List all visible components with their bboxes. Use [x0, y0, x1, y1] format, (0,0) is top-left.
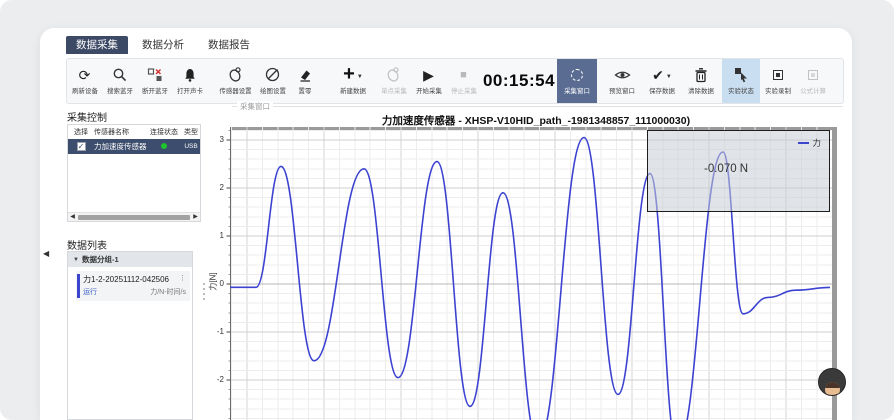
open-soundcard-button[interactable]: 打开声卡	[172, 59, 207, 103]
status-dot-connected	[161, 143, 167, 149]
stop-collect-button[interactable]: ■ 停止采集	[446, 59, 481, 103]
check-icon: ✔	[652, 67, 664, 83]
sensor-table-header: 选择 传感器名称 连接状态 类型	[68, 125, 200, 139]
save-data-button[interactable]: ✔ ▼ 保存数据	[641, 59, 683, 103]
item-accent-bar	[77, 274, 80, 298]
tab-data-analysis[interactable]: 数据分析	[132, 36, 194, 54]
eye-icon	[614, 66, 631, 83]
chart-legend: 力	[798, 137, 821, 149]
sensor-name: 力加速度传感器	[94, 141, 146, 152]
panel-splitter-handle[interactable]	[203, 283, 205, 300]
scroll-left-arrow-icon[interactable]: ◀	[68, 213, 77, 221]
compass-icon	[264, 66, 281, 83]
chart-title: 力加速度传感器 - XHSP-V10HID_path_-1981348857_1…	[230, 113, 842, 128]
sensor-type: USB	[182, 143, 200, 150]
toolbar: ⟳ 刷新设备 搜索蓝牙 断开蓝牙 打开声卡	[66, 58, 844, 104]
tab-data-collect[interactable]: 数据采集	[66, 36, 128, 54]
tab-data-report[interactable]: 数据报告	[198, 36, 260, 54]
cursor-square-icon	[733, 66, 749, 83]
data-list-title: 数据列表	[67, 237, 107, 252]
refresh-devices-button[interactable]: ⟳ 刷新设备	[67, 59, 102, 103]
eraser-icon	[297, 66, 313, 83]
plus-icon: +	[343, 67, 355, 82]
legend-line-icon	[798, 142, 809, 144]
refresh-icon: ⟳	[79, 67, 91, 83]
stop-icon: ■	[460, 67, 467, 83]
data-item-status: 运行	[83, 287, 97, 297]
bell-icon	[182, 66, 198, 83]
sensor-table: 选择 传感器名称 连接状态 类型 ✓ 力加速度传感器 USB ◀ ▶	[67, 124, 201, 222]
ytick-1: 1	[206, 231, 224, 241]
start-collect-button[interactable]: ▶ 开始采集	[411, 59, 446, 103]
sensor-settings-icon	[227, 66, 244, 83]
main-tab-bar: 数据采集 数据分析 数据报告	[66, 36, 260, 54]
data-list: ▼ 数据分组-1 力1-2-20251112-042506 ⋮ 运行 力/N-时…	[67, 251, 193, 420]
collect-control-title: 采集控制	[67, 109, 107, 124]
legend-label: 力	[812, 137, 821, 149]
formula-square-icon	[808, 70, 818, 80]
avatar-face-icon	[825, 382, 840, 396]
data-item-title: 力1-2-20251112-042506	[83, 274, 169, 285]
groupbox-border	[232, 106, 843, 107]
hscroll-thumb[interactable]	[78, 215, 190, 220]
timer: 00:15:54	[481, 59, 557, 103]
ytick-3: 3	[206, 135, 224, 145]
experiment-record-button[interactable]: 实验录制	[760, 59, 795, 103]
data-group-row[interactable]: ▼ 数据分组-1	[68, 252, 192, 267]
ytick-neg1: -1	[206, 327, 224, 337]
scroll-right-arrow-icon[interactable]: ▶	[191, 213, 200, 221]
single-point-icon	[385, 66, 402, 83]
chevron-down-icon: ▼	[357, 74, 363, 80]
disconnect-bluetooth-button[interactable]: 断开蓝牙	[137, 59, 172, 103]
clear-data-button[interactable]: 清除数据	[683, 59, 718, 103]
single-point-collect-button[interactable]: 单点采集	[376, 59, 411, 103]
groupbox-label: 采集窗口	[237, 101, 273, 112]
search-bluetooth-button[interactable]: 搜索蓝牙	[102, 59, 137, 103]
preview-window-button[interactable]: 预览窗口	[603, 59, 641, 103]
data-item[interactable]: 力1-2-20251112-042506 ⋮ 运行 力/N-时间/s	[76, 271, 190, 301]
caret-down-icon: ▼	[73, 257, 79, 263]
sensor-row-selected[interactable]: ✓ 力加速度传感器 USB	[68, 139, 200, 154]
kebab-menu-icon[interactable]: ⋮	[179, 274, 186, 285]
app-screen: 数据采集 数据分析 数据报告 ⟳ 刷新设备 搜索蓝牙 断开蓝牙	[0, 0, 894, 420]
support-avatar-button[interactable]	[818, 368, 846, 396]
zero-button[interactable]: 置零	[290, 59, 320, 103]
dashed-circle-icon	[571, 69, 583, 81]
plot-settings-button[interactable]: 绘图设置	[255, 59, 290, 103]
data-item-axes: 力/N-时间/s	[150, 287, 186, 297]
bluetooth-disconnect-icon	[147, 66, 163, 83]
sidebar-collapse-arrow[interactable]: ◀	[43, 249, 49, 258]
formula-calc-button[interactable]: 公式计算	[795, 59, 830, 103]
sensor-table-hscrollbar[interactable]: ◀ ▶	[68, 212, 200, 221]
trash-icon	[693, 66, 709, 83]
record-square-icon	[773, 70, 783, 80]
app-window: 数据采集 数据分析 数据报告 ⟳ 刷新设备 搜索蓝牙 断开蓝牙	[40, 28, 852, 420]
sensor-checkbox[interactable]: ✓	[77, 142, 86, 151]
chevron-down-icon: ▼	[666, 74, 672, 80]
ytick-neg2: -2	[206, 375, 224, 385]
new-data-button[interactable]: + ▼ 新建数据	[330, 59, 376, 103]
y-axis-label: 力[N]	[208, 267, 219, 297]
search-icon	[112, 66, 128, 83]
ytick-2: 2	[206, 183, 224, 193]
play-icon: ▶	[423, 67, 434, 83]
sensor-settings-button[interactable]: 传感器设置	[215, 59, 255, 103]
experiment-status-button[interactable]: 实验状态	[722, 59, 760, 103]
zoom-selection-box[interactable]: 力 -0.070 N	[647, 130, 830, 212]
current-value-annotation: -0.070 N	[704, 163, 748, 175]
collect-window-button[interactable]: 采集窗口	[557, 59, 597, 103]
